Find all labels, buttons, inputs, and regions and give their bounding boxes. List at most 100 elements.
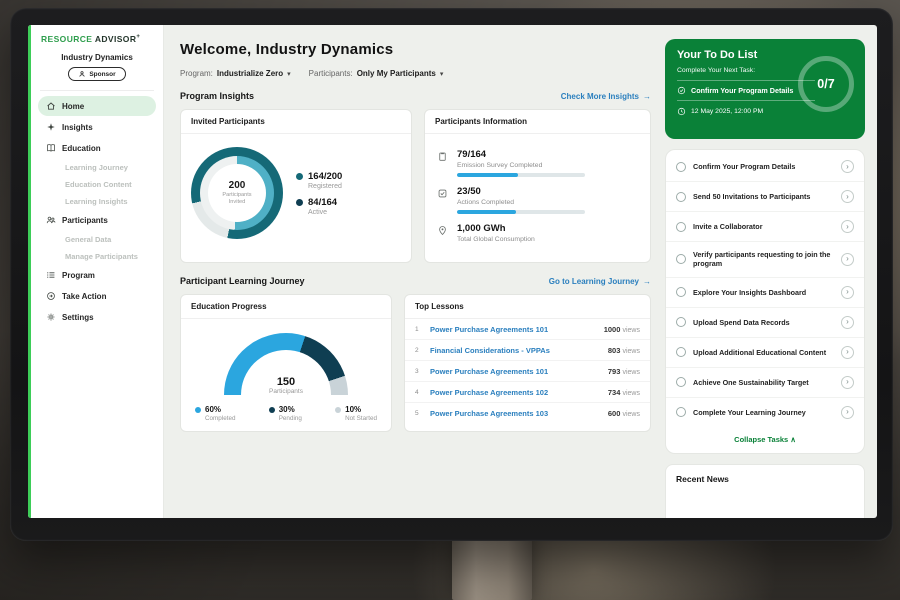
legend-completed: 60% Completed (195, 405, 235, 422)
todo-next-task-label: Confirm Your Program Details (691, 86, 793, 95)
task-row-complete-learning-journey[interactable]: Complete Your Learning Journey › (666, 398, 864, 427)
recent-news-card: Recent News (665, 464, 865, 518)
take-action-icon (46, 291, 56, 301)
dashboard-screen: RESOURCE ADVISOR+ Industry Dynamics Spon… (28, 25, 877, 518)
legend-dot (335, 407, 341, 413)
stat-value: 1,000 GWh (457, 223, 535, 234)
task-row-invite-collaborator[interactable]: Invite a Collaborator › (666, 212, 864, 242)
views-suffix: views (622, 348, 640, 355)
task-checkbox[interactable] (676, 317, 686, 327)
chevron-right-icon[interactable]: › (841, 376, 854, 389)
lesson-rank: 4 (415, 389, 422, 396)
filter-label: Program: (180, 69, 213, 78)
task-row-verify-participants[interactable]: Verify participants requesting to join t… (666, 242, 864, 278)
chevron-up-icon: ∧ (790, 435, 796, 444)
sidebar-divider (40, 90, 154, 91)
program-filter[interactable]: Program: Industrialize Zero ▾ (180, 69, 291, 78)
task-checkbox[interactable] (676, 192, 686, 202)
sidebar-item-general-data[interactable]: General Data (38, 231, 156, 247)
sponsor-label: Sponsor (89, 71, 115, 78)
task-label: Complete Your Learning Journey (693, 408, 834, 417)
sidebar-item-program[interactable]: Program (38, 265, 156, 285)
education-progress-body: 150 Participants 60% Completed (181, 319, 391, 431)
sidebar-item-label: Settings (62, 313, 94, 322)
sidebar-item-home[interactable]: Home (38, 96, 156, 116)
collapse-tasks-button[interactable]: Collapse Tasks ∧ (666, 427, 864, 453)
monitor-stand (452, 534, 532, 600)
task-checkbox[interactable] (676, 407, 686, 417)
todo-progress-ring: 0/7 (798, 56, 854, 112)
legend-label: Pending (279, 415, 302, 422)
chevron-right-icon[interactable]: › (841, 253, 854, 266)
lesson-link[interactable]: Power Purchase Agreements 103 (430, 409, 600, 418)
donut-center: 200 Participants Invited (208, 164, 266, 222)
task-checkbox[interactable] (676, 254, 686, 264)
check-more-insights-link[interactable]: Check More Insights → (561, 92, 651, 101)
sidebar-item-learning-journey[interactable]: Learning Journey (38, 159, 156, 175)
sidebar-item-insights[interactable]: Insights (38, 117, 156, 137)
chevron-down-icon: ▾ (287, 70, 291, 78)
progress-bar (457, 173, 585, 177)
task-checkbox[interactable] (676, 377, 686, 387)
chevron-right-icon[interactable]: › (841, 406, 854, 419)
go-to-learning-journey-link[interactable]: Go to Learning Journey → (549, 277, 651, 286)
legend-label: Not Started (345, 415, 377, 422)
lesson-link[interactable]: Power Purchase Agreements 102 (430, 388, 600, 397)
settings-gear-icon (46, 312, 56, 322)
sidebar-item-take-action[interactable]: Take Action (38, 286, 156, 306)
legend-value: 60% (205, 405, 235, 414)
chevron-right-icon[interactable]: › (841, 316, 854, 329)
legend-dot (195, 407, 201, 413)
sidebar-item-learning-insights[interactable]: Learning Insights (38, 193, 156, 209)
lesson-views: 803 (608, 346, 621, 355)
sidebar-item-education-content[interactable]: Education Content (38, 176, 156, 192)
task-row-confirm-program[interactable]: Confirm Your Program Details › (666, 152, 864, 182)
filter-label: Participants: (309, 69, 353, 78)
chevron-right-icon[interactable]: › (841, 286, 854, 299)
task-row-send-invitations[interactable]: Send 50 Invitations to Participants › (666, 182, 864, 212)
filter-value: Only My Participants (357, 69, 436, 78)
task-checkbox[interactable] (676, 347, 686, 357)
consumption-icon (437, 225, 448, 236)
chevron-right-icon[interactable]: › (841, 346, 854, 359)
task-checkbox[interactable] (676, 162, 686, 172)
lesson-link[interactable]: Financial Considerations - VPPAs (430, 346, 600, 355)
participants-information-body: 79/164 Emission Survey Completed 23/50 A… (425, 134, 650, 262)
invited-participants-body: 200 Participants Invited 164/200 Regist (181, 134, 411, 252)
lesson-link[interactable]: Power Purchase Agreements 101 (430, 325, 596, 334)
lesson-link[interactable]: Power Purchase Agreements 101 (430, 367, 600, 376)
program-icon (46, 270, 56, 280)
sponsor-badge[interactable]: Sponsor (68, 67, 125, 81)
task-row-explore-insights[interactable]: Explore Your Insights Dashboard › (666, 278, 864, 308)
todo-summary-card: Your To Do List Complete Your Next Task:… (665, 39, 865, 139)
sidebar-item-participants[interactable]: Participants (38, 210, 156, 230)
sidebar-nav: Home Insights Education Learning Journey… (38, 96, 156, 327)
task-row-upload-educational-content[interactable]: Upload Additional Educational Content › (666, 338, 864, 368)
sidebar-item-education[interactable]: Education (38, 138, 156, 158)
task-label: Invite a Collaborator (693, 222, 834, 231)
logo-secondary: ADVISOR (95, 34, 137, 44)
filter-value: Industrialize Zero (217, 69, 283, 78)
participants-filter[interactable]: Participants: Only My Participants ▾ (309, 69, 444, 78)
chevron-right-icon[interactable]: › (841, 220, 854, 233)
legend-active: 84/164 Active (296, 197, 342, 216)
sidebar-item-label: Learning Journey (65, 163, 128, 172)
task-row-upload-spend-data[interactable]: Upload Spend Data Records › (666, 308, 864, 338)
task-checkbox[interactable] (676, 222, 686, 232)
sidebar-item-settings[interactable]: Settings (38, 307, 156, 327)
chevron-right-icon[interactable]: › (841, 190, 854, 203)
task-row-sustainability-target[interactable]: Achieve One Sustainability Target › (666, 368, 864, 398)
invited-donut-inner-ring: 200 Participants Invited (200, 156, 274, 230)
views-suffix: views (622, 369, 640, 376)
todo-due-label: 12 May 2025, 12:00 PM (691, 108, 763, 115)
todo-next-task[interactable]: Confirm Your Program Details (677, 80, 815, 101)
filter-bar: Program: Industrialize Zero ▾ Participan… (180, 69, 651, 78)
sidebar-item-label: Program (62, 271, 95, 280)
chevron-right-icon[interactable]: › (841, 160, 854, 173)
lesson-rank: 1 (415, 326, 422, 333)
gauge-value: 150 (224, 376, 348, 388)
survey-icon (437, 151, 448, 162)
sidebar-item-manage-participants[interactable]: Manage Participants (38, 248, 156, 264)
legend-label: Registered (308, 183, 342, 190)
task-checkbox[interactable] (676, 287, 686, 297)
